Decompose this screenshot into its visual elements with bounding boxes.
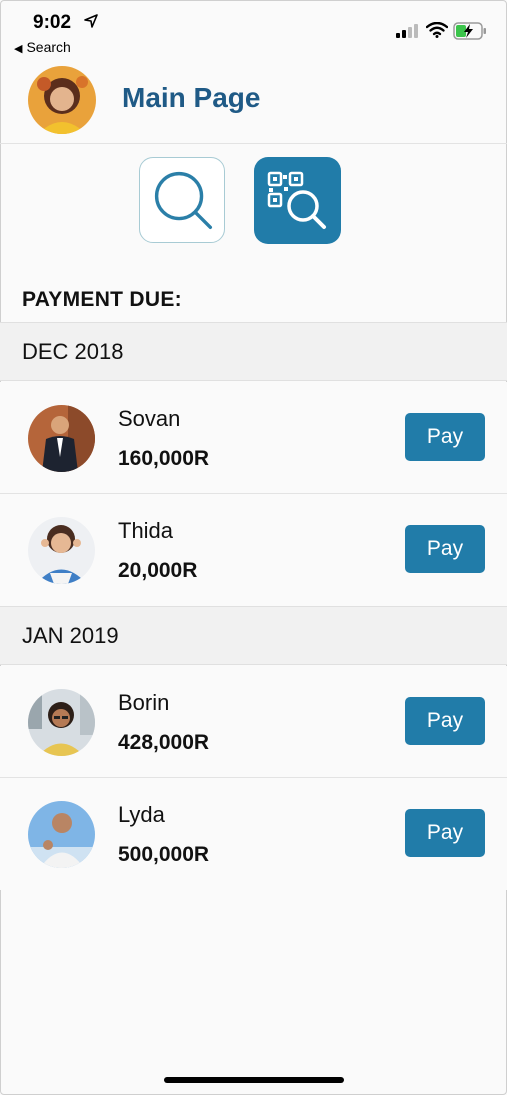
- home-indicator[interactable]: [164, 1077, 344, 1083]
- avatar: [28, 801, 95, 868]
- group-header-dec-2018: DEC 2018: [0, 322, 507, 381]
- avatar: [28, 517, 95, 584]
- header-divider: [0, 143, 507, 144]
- cellular-signal-icon: [396, 24, 418, 38]
- avatar: [28, 689, 95, 756]
- payee-name: Borin: [118, 690, 170, 715]
- list-item[interactable]: Thida 20,000R Pay: [0, 494, 507, 606]
- back-label-text: Search: [26, 39, 71, 55]
- group-label: JAN 2019: [22, 623, 119, 648]
- pay-button[interactable]: Pay: [405, 697, 485, 745]
- back-triangle-icon: ◀: [14, 43, 23, 55]
- page-title: Main Page: [122, 82, 261, 113]
- payment-amount: 160,000R: [118, 447, 210, 470]
- payee-name: Thida: [118, 518, 174, 543]
- battery-charging-icon: [453, 22, 486, 40]
- pay-button[interactable]: Pay: [405, 413, 485, 461]
- back-to-search-link[interactable]: ◀ Search: [14, 39, 71, 55]
- payee-name: Sovan: [118, 406, 181, 431]
- pay-button[interactable]: Pay: [405, 809, 485, 857]
- group-header-jan-2019: JAN 2019: [0, 606, 507, 665]
- group-label: DEC 2018: [22, 339, 124, 364]
- wifi-icon: [426, 22, 448, 38]
- user-avatar[interactable]: [28, 66, 96, 134]
- payee-name: Lyda: [118, 802, 165, 827]
- qr-search-button[interactable]: [254, 157, 341, 244]
- location-arrow-icon: [84, 14, 98, 28]
- payment-amount: 500,000R: [118, 843, 210, 866]
- avatar: [28, 405, 95, 472]
- list-item[interactable]: Borin 428,000R Pay: [0, 666, 507, 778]
- list-item[interactable]: Lyda 500,000R Pay: [0, 778, 507, 890]
- payment-amount: 20,000R: [118, 559, 198, 582]
- payment-amount: 428,000R: [118, 731, 210, 754]
- search-icon: [154, 171, 213, 230]
- search-button[interactable]: [139, 157, 225, 243]
- list-item[interactable]: Sovan 160,000R Pay: [0, 382, 507, 494]
- payment-due-heading: PAYMENT DUE:: [22, 288, 182, 311]
- qr-search-icon: [267, 171, 326, 229]
- pay-button[interactable]: Pay: [405, 525, 485, 573]
- status-time: 9:02: [33, 12, 72, 33]
